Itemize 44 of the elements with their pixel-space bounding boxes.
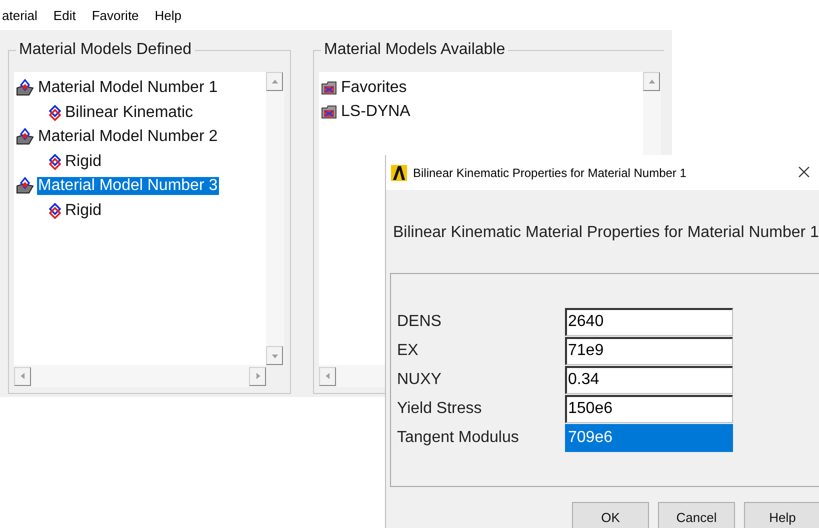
input-field[interactable]: 2640 — [565, 308, 733, 336]
input-field[interactable]: 71e9 — [565, 336, 733, 364]
folder-diamond-icon — [16, 128, 34, 146]
menu-item[interactable]: Favorite — [90, 8, 141, 22]
scroll-right-button[interactable] — [249, 366, 266, 386]
menu-item[interactable]: aterial — [0, 8, 40, 22]
folder-icon — [321, 81, 337, 95]
dialog-button[interactable]: Help — [744, 502, 819, 528]
input-field[interactable]: 0.34 — [565, 366, 733, 394]
scroll-left-button[interactable] — [319, 366, 336, 386]
scroll-up-button[interactable] — [266, 72, 283, 91]
scroll-down-button[interactable] — [266, 346, 283, 365]
list-item[interactable]: Favorites — [340, 79, 408, 97]
tree-item[interactable]: Bilinear Kinematic — [64, 104, 194, 122]
tree-item[interactable]: Rigid — [64, 202, 102, 220]
dialog-title: Bilinear Kinematic Properties for Material Number 1 — [413, 166, 688, 180]
field-label: EX — [397, 342, 420, 360]
diamond-icon — [49, 104, 61, 121]
tree-item[interactable]: Rigid — [64, 152, 102, 171]
group-title: Material Models Defined — [18, 41, 193, 59]
diamond-icon — [49, 154, 61, 170]
field-label: Tangent Modulus — [397, 428, 520, 446]
scroll-up-button[interactable] — [643, 72, 660, 91]
input-field[interactable]: 709e6 — [565, 424, 733, 452]
scroll-left-button[interactable] — [14, 366, 31, 386]
dialog-button[interactable]: OK — [572, 502, 649, 528]
dialog-heading: Bilinear Kinematic Material Properties for Material Number 1 — [392, 223, 819, 243]
menu-item[interactable]: Help — [152, 8, 184, 22]
list-item[interactable]: LS-DYNA — [340, 103, 412, 121]
app-logo-icon — [391, 164, 407, 180]
folder-diamond-icon — [16, 177, 34, 196]
field-label: Yield Stress — [397, 400, 483, 418]
diamond-icon — [49, 202, 61, 219]
field-label: DENS — [397, 312, 442, 330]
tree-item[interactable]: Material Model Number 1 — [37, 79, 219, 98]
menu-item[interactable]: Edit — [51, 8, 78, 22]
group-title: Material Models Available — [323, 41, 506, 59]
tree-item[interactable]: Material Model Number 2 — [37, 128, 219, 146]
dialog-button[interactable]: Cancel — [658, 502, 735, 528]
tree-item[interactable]: Material Model Number 3 — [37, 177, 219, 196]
folder-icon — [321, 105, 337, 119]
input-field[interactable]: 150e6 — [565, 394, 733, 422]
field-label: NUXY — [397, 370, 442, 388]
folder-diamond-icon — [16, 79, 34, 98]
